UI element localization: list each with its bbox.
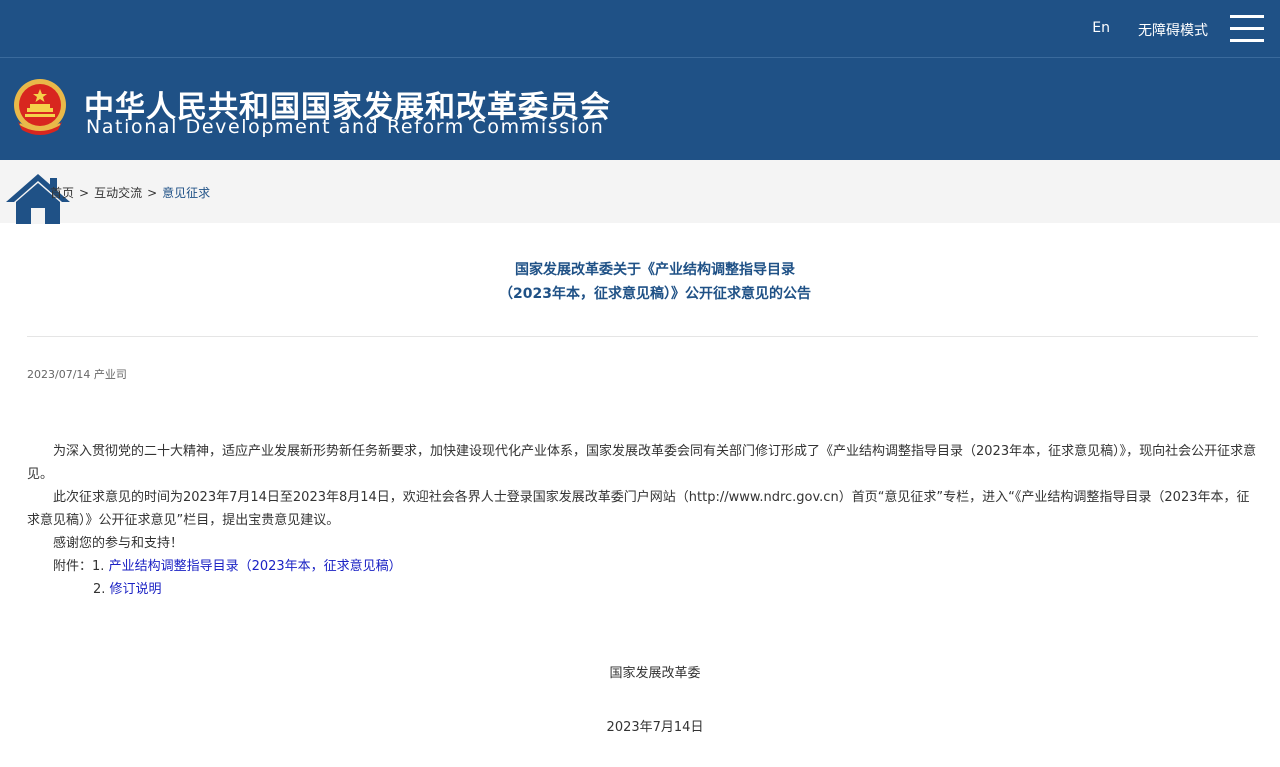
article-body: 为深入贯彻党的二十大精神，适应产业发展新形势新任务新要求，加快建设现代化产业体系… [27,440,1258,601]
english-link[interactable]: En [1092,20,1110,40]
breadcrumb-interaction[interactable]: 互动交流 [94,184,142,201]
attachment-row: 附件：1. 产业结构调整指导目录（2023年本，征求意见稿） [27,555,1258,578]
article-title-line-2: （2023年本，征求意见稿）》公开征求意见的公告 [499,286,811,302]
top-links: En 无障碍模式 [1092,20,1208,40]
attachment-number: 2. [93,582,106,597]
breadcrumb-opinion-solicitation[interactable]: 意见征求 [162,184,210,201]
breadcrumb-home[interactable]: 首页 [50,184,74,201]
article-title-line-1: 国家发展改革委关于《产业结构调整指导目录 [515,262,795,278]
site-title-english[interactable]: National Development and Reform Commissi… [86,116,604,138]
attachment-row: 2. 修订说明 [27,578,1258,601]
breadcrumb-separator: > [147,185,158,200]
article-title: 国家发展改革委关于《产业结构调整指导目录 （2023年本，征求意见稿）》公开征求… [27,258,1280,306]
attachment-link-revision-notes[interactable]: 修订说明 [110,582,162,597]
body-paragraph: 此次征求意见的时间为2023年7月14日至2023年8月14日，欢迎社会各界人士… [27,490,1250,528]
attachment-link-catalog[interactable]: 产业结构调整指导目录（2023年本，征求意见稿） [109,559,402,574]
signature-organization: 国家发展改革委 [609,666,701,681]
accessibility-mode-link[interactable]: 无障碍模式 [1138,20,1208,40]
hamburger-menu-icon[interactable] [1230,15,1264,43]
national-emblem-icon [14,79,66,135]
signature-date: 2023年7月14日 [606,720,704,735]
breadcrumb-separator: > [79,185,90,200]
article-meta: 2023/07/14 产业司 [27,368,127,381]
body-paragraph: 感谢您的参与和支持！ [53,536,184,551]
top-utility-bar: En 无障碍模式 [0,0,1280,58]
breadcrumb: 首页 > 互动交流 > 意见征求 [50,184,210,201]
attachment-number: 1. [92,559,105,574]
body-paragraph: 为深入贯彻党的二十大精神，适应产业发展新形势新任务新要求，加快建设现代化产业体系… [27,444,1257,482]
breadcrumb-bar: 首页 > 互动交流 > 意见征求 [0,160,1280,224]
title-divider [27,336,1258,337]
attachments-label: 附件： [53,559,93,574]
site-header: 中华人民共和国国家发展和改革委员会 National Development a… [0,58,1280,160]
